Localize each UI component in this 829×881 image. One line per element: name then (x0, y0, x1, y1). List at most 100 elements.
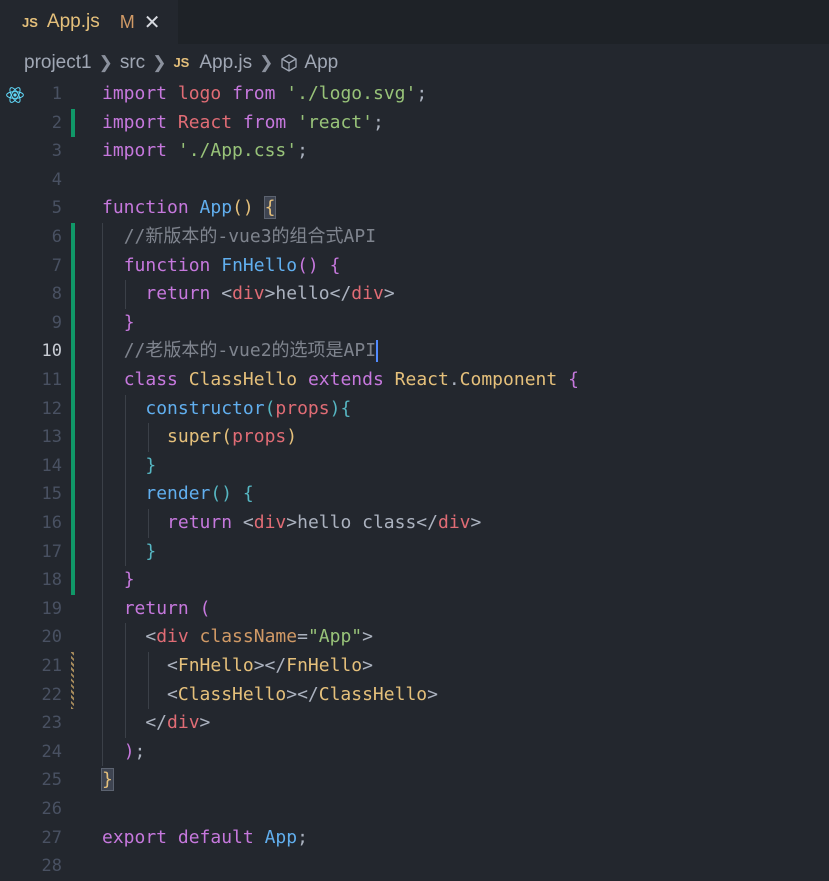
line-number: 6 (51, 227, 62, 247)
indent-guide (125, 394, 126, 567)
code-line[interactable]: 18 } (0, 566, 829, 595)
code-line[interactable]: 10 //老版本的-vue2的选项是API (0, 337, 829, 366)
code-token: . (448, 369, 460, 390)
code-line[interactable]: 2 import React from 'react'; (0, 108, 829, 138)
code-token: } (145, 454, 157, 476)
code-token: ></ (253, 655, 287, 676)
line-number: 27 (41, 827, 62, 848)
code-text: function App() { (102, 194, 277, 223)
javascript-file-icon: JS (173, 55, 190, 70)
code-token: div (232, 283, 265, 305)
git-added-marker[interactable] (71, 451, 75, 481)
code-text: import './App.css'; (102, 137, 308, 166)
modified-badge: M (119, 11, 135, 32)
code-token: { (242, 483, 254, 505)
code-token: './logo.svg' (286, 83, 417, 104)
code-token: </ (102, 712, 168, 734)
code-line[interactable]: 1 import logo from './logo.svg'; (0, 80, 829, 109)
indent-guide (102, 223, 103, 767)
git-added-marker[interactable] (71, 366, 75, 395)
code-text: //新版本的-vue3的组合式API (102, 223, 376, 252)
code-text: </div> (102, 709, 210, 738)
code-token: () (232, 197, 254, 219)
line-number: 19 (41, 598, 62, 619)
code-line[interactable]: 25} (0, 766, 829, 795)
tab-app-js[interactable]: JS App.js M ✕ (0, 0, 178, 44)
code-line[interactable]: 4 (0, 166, 829, 195)
breadcrumb-src[interactable]: src (120, 52, 145, 74)
code-text: return <div>hello class</div> (102, 509, 481, 538)
code-line[interactable]: 28 (0, 852, 829, 881)
code-token: > (199, 712, 211, 734)
breadcrumb: project1 ❯ src ❯ JS App.js ❯ App (0, 44, 829, 81)
code-line[interactable]: 11 class ClassHello extends React.Compon… (0, 366, 829, 395)
git-added-marker[interactable] (71, 480, 75, 509)
code-token: className (199, 626, 298, 648)
code-token: } (145, 540, 157, 562)
code-line[interactable]: 9 } (0, 308, 829, 338)
code-line[interactable]: 7 function FnHello() { (0, 251, 829, 281)
code-token: ( (199, 597, 211, 619)
git-added-marker[interactable] (71, 280, 75, 309)
close-icon[interactable]: ✕ (144, 10, 161, 35)
code-line[interactable]: 24 ); (0, 738, 829, 767)
code-text: function FnHello() { (102, 252, 341, 281)
code-token: ( (221, 426, 233, 448)
line-number: 5 (51, 198, 62, 219)
code-token: ( (264, 397, 276, 419)
git-added-marker[interactable] (71, 337, 75, 366)
code-token: props (232, 426, 287, 448)
git-modified-marker[interactable] (71, 652, 74, 681)
code-line[interactable]: 27 export default App; (0, 824, 829, 853)
breadcrumb-file[interactable]: App.js (199, 52, 252, 74)
code-token: ) (123, 740, 135, 762)
code-token: import (102, 83, 168, 104)
code-token: App (264, 826, 298, 848)
code-token: FnHello (177, 655, 254, 676)
chevron-right-icon: ❯ (98, 52, 113, 72)
code-token: >hello</ (264, 283, 352, 305)
code-token: export (102, 826, 168, 848)
line-number: 1 (51, 84, 62, 104)
git-added-marker[interactable] (71, 223, 75, 252)
code-token: from (242, 111, 287, 133)
code-editor[interactable]: 1 import logo from './logo.svg'; 2 import R… (0, 80, 829, 876)
javascript-file-icon: JS (22, 14, 38, 30)
line-number: 24 (41, 741, 62, 762)
git-modified-marker[interactable] (71, 680, 74, 710)
code-line[interactable]: 3 import './App.css'; (0, 137, 829, 166)
indent-guide (148, 423, 149, 452)
code-token: function (102, 197, 189, 219)
breadcrumb-symbol[interactable]: App (304, 52, 338, 74)
code-line[interactable]: 19 return ( (0, 595, 829, 624)
code-token: { (340, 397, 352, 419)
code-token: React (394, 369, 449, 390)
code-text: <div className="App"> (102, 623, 373, 652)
line-number: 2 (51, 112, 62, 133)
git-added-marker[interactable] (71, 566, 75, 595)
git-added-marker[interactable] (71, 251, 75, 281)
git-added-marker[interactable] (71, 308, 75, 338)
breadcrumb-project[interactable]: project1 (24, 52, 92, 74)
tab-label: App.js (46, 11, 100, 32)
code-line[interactable]: 26 (0, 795, 829, 824)
git-added-marker[interactable] (71, 509, 75, 538)
chevron-right-icon: ❯ (152, 52, 167, 72)
line-number: 17 (41, 541, 62, 562)
git-added-marker[interactable] (71, 394, 75, 424)
code-token: props (275, 397, 330, 419)
code-line[interactable]: 5 function App() { (0, 194, 829, 223)
git-added-marker[interactable] (71, 537, 75, 567)
git-added-marker[interactable] (71, 423, 75, 452)
git-added-marker[interactable] (71, 108, 75, 138)
code-line[interactable]: 6 //新版本的-vue3的组合式API (0, 223, 829, 252)
